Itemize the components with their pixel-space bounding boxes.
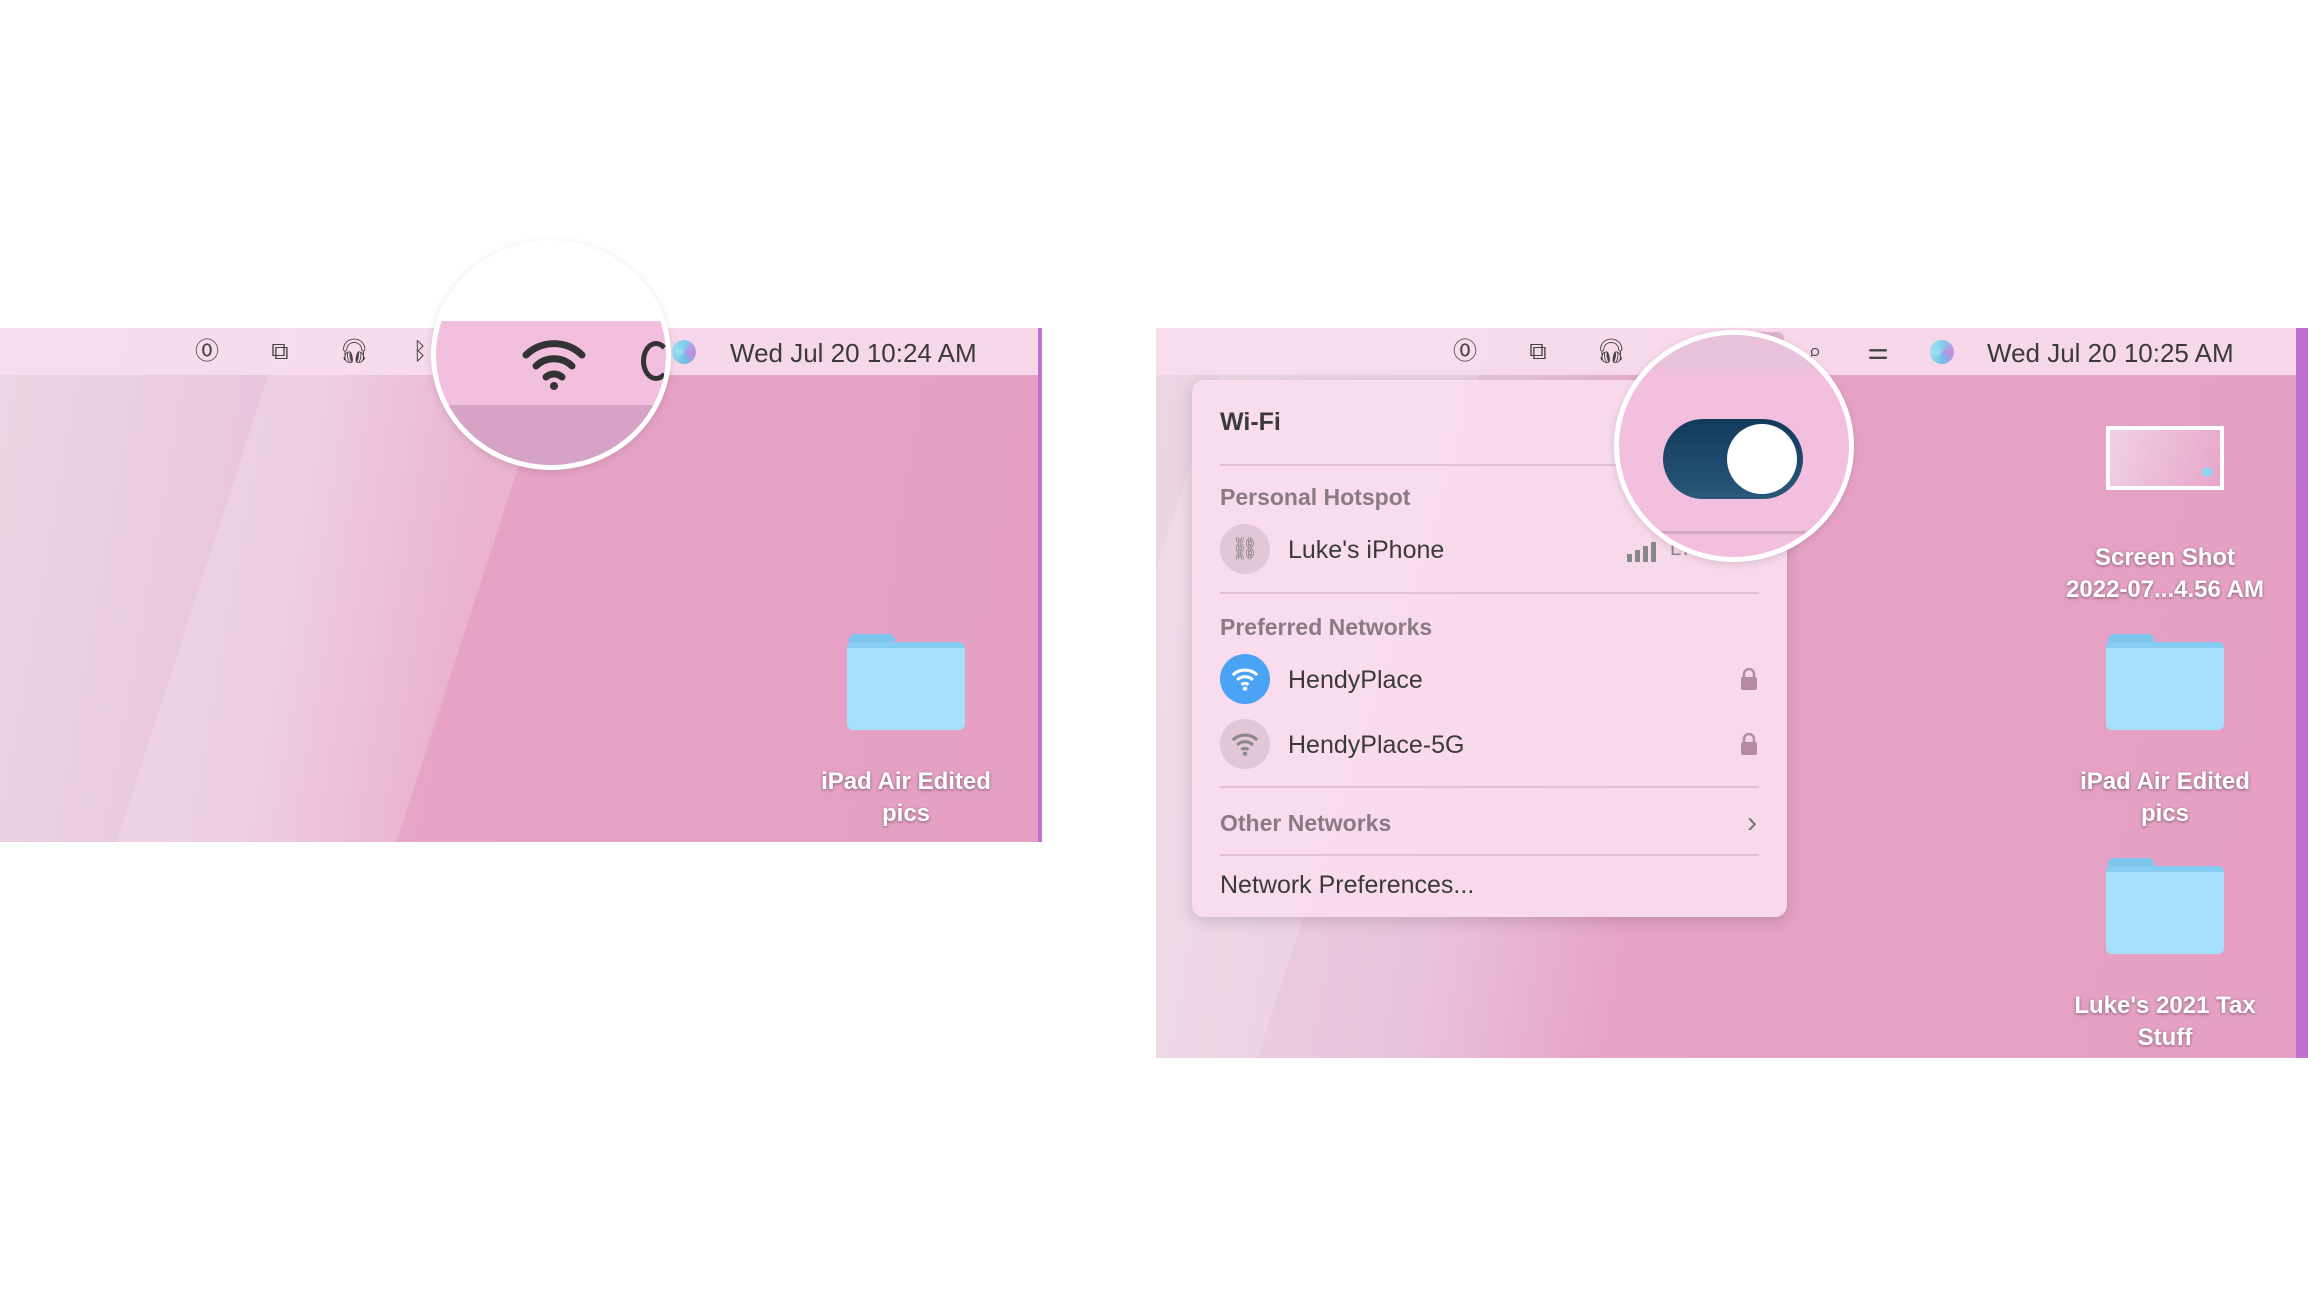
hotspot-name: Luke's iPhone <box>1288 536 1445 564</box>
control-center-icon[interactable]: ⚌ <box>1864 338 1892 366</box>
wifi-icon <box>1220 719 1270 769</box>
desktop-folder[interactable]: iPad Air Edited pics <box>2065 634 2265 830</box>
toggle-knob <box>1727 424 1797 494</box>
wifi-icon[interactable] <box>522 337 586 391</box>
preferred-networks-header: Preferred Networks <box>1220 614 1433 640</box>
desktop-folder[interactable]: iPad Air Edited pics <box>806 634 1006 830</box>
screen-mirroring-icon[interactable]: ⧉ <box>266 338 294 366</box>
lock-icon <box>1741 668 1757 690</box>
wifi-icon <box>1220 654 1270 704</box>
network-item[interactable]: HendyPlace-5G <box>1192 719 1787 773</box>
network-preferences-item[interactable]: Network Preferences... <box>1220 871 1474 900</box>
screen-mirroring-icon[interactable]: ⧉ <box>1524 338 1552 366</box>
siri-icon[interactable] <box>1930 340 1954 364</box>
folder-icon <box>847 634 965 730</box>
siri-icon[interactable] <box>672 340 696 364</box>
desktop-folder[interactable]: Luke's 2021 Tax Stuff <box>2065 858 2265 1054</box>
bluetooth-icon[interactable]: ᛒ <box>406 338 434 366</box>
1password-icon[interactable]: ⓪ <box>1451 338 1479 366</box>
menu-bar-clock[interactable]: Wed Jul 20 10:25 AM <box>1987 338 2234 369</box>
wifi-toggle[interactable] <box>1663 419 1803 499</box>
network-name: HendyPlace <box>1288 666 1423 694</box>
other-networks-item[interactable]: Other Networks › <box>1192 802 1787 848</box>
wifi-toggle-magnifier <box>1614 330 1854 562</box>
folder-icon <box>2106 858 2224 954</box>
folder-label: Luke's 2021 Tax Stuff <box>2074 992 2256 1051</box>
1password-icon[interactable]: ⓪ <box>193 338 221 366</box>
personal-hotspot-header: Personal Hotspot <box>1220 484 1411 510</box>
file-label-line1: Screen Shot <box>2094 544 2236 571</box>
other-networks-label: Other Networks <box>1220 810 1392 836</box>
chevron-right-icon: › <box>1747 806 1757 839</box>
wifi-menu-title: Wi-Fi <box>1220 408 1281 436</box>
network-name: HendyPlace-5G <box>1288 731 1465 759</box>
folder-label: iPad Air Edited pics <box>821 768 991 827</box>
cellular-signal-icon <box>1627 542 1656 562</box>
lock-icon <box>1741 733 1757 755</box>
folder-label: iPad Air Edited pics <box>2080 768 2250 827</box>
headphones-icon[interactable]: 🎧︎ <box>339 338 369 366</box>
screenshot-thumbnail <box>2106 426 2224 490</box>
folder-icon <box>2106 634 2224 730</box>
file-label-line2: 2022-07...4.56 AM <box>2066 576 2264 603</box>
desktop-screenshot-file[interactable]: Screen Shot 2022-07...4.56 AM <box>2065 426 2265 606</box>
network-item[interactable]: HendyPlace <box>1192 654 1787 708</box>
menu-bar-clock[interactable]: Wed Jul 20 10:24 AM <box>730 338 977 369</box>
link-icon: ⛓ <box>1220 524 1270 574</box>
wifi-icon-magnifier <box>431 240 671 470</box>
